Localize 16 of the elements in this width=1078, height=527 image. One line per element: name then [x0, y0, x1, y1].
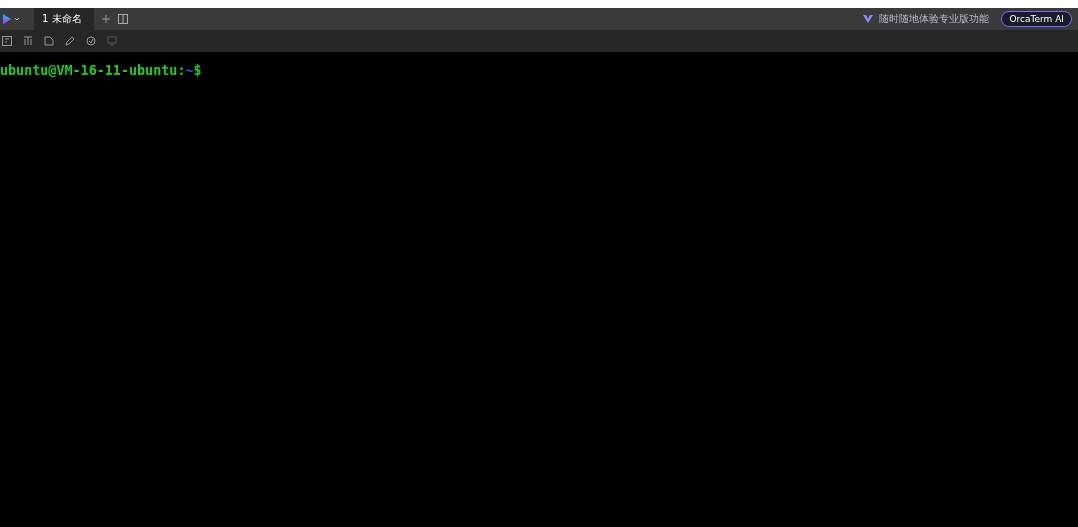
- promo-link[interactable]: 随时随地体验专业版功能: [879, 12, 990, 26]
- check-circle-icon[interactable]: [86, 36, 96, 46]
- prompt-user-host: ubuntu@VM-16-11-ubuntu: [0, 63, 178, 78]
- terminal-tab[interactable]: 1 未命名: [34, 8, 94, 30]
- prompt-separator: :: [177, 63, 186, 78]
- add-tab-icon[interactable]: [101, 15, 110, 23]
- split-view-icon[interactable]: [117, 14, 128, 24]
- ai-button[interactable]: OrcaTerm AI: [1001, 11, 1072, 27]
- app-logo-icon[interactable]: [2, 13, 20, 25]
- v-logo-icon: [863, 14, 874, 24]
- file-icon[interactable]: [2, 36, 12, 46]
- prompt-path: ~: [185, 63, 194, 78]
- pencil-icon[interactable]: [65, 36, 75, 46]
- folder-icon[interactable]: [44, 36, 54, 46]
- text-icon[interactable]: [23, 36, 33, 46]
- prompt-sign: $: [193, 63, 202, 78]
